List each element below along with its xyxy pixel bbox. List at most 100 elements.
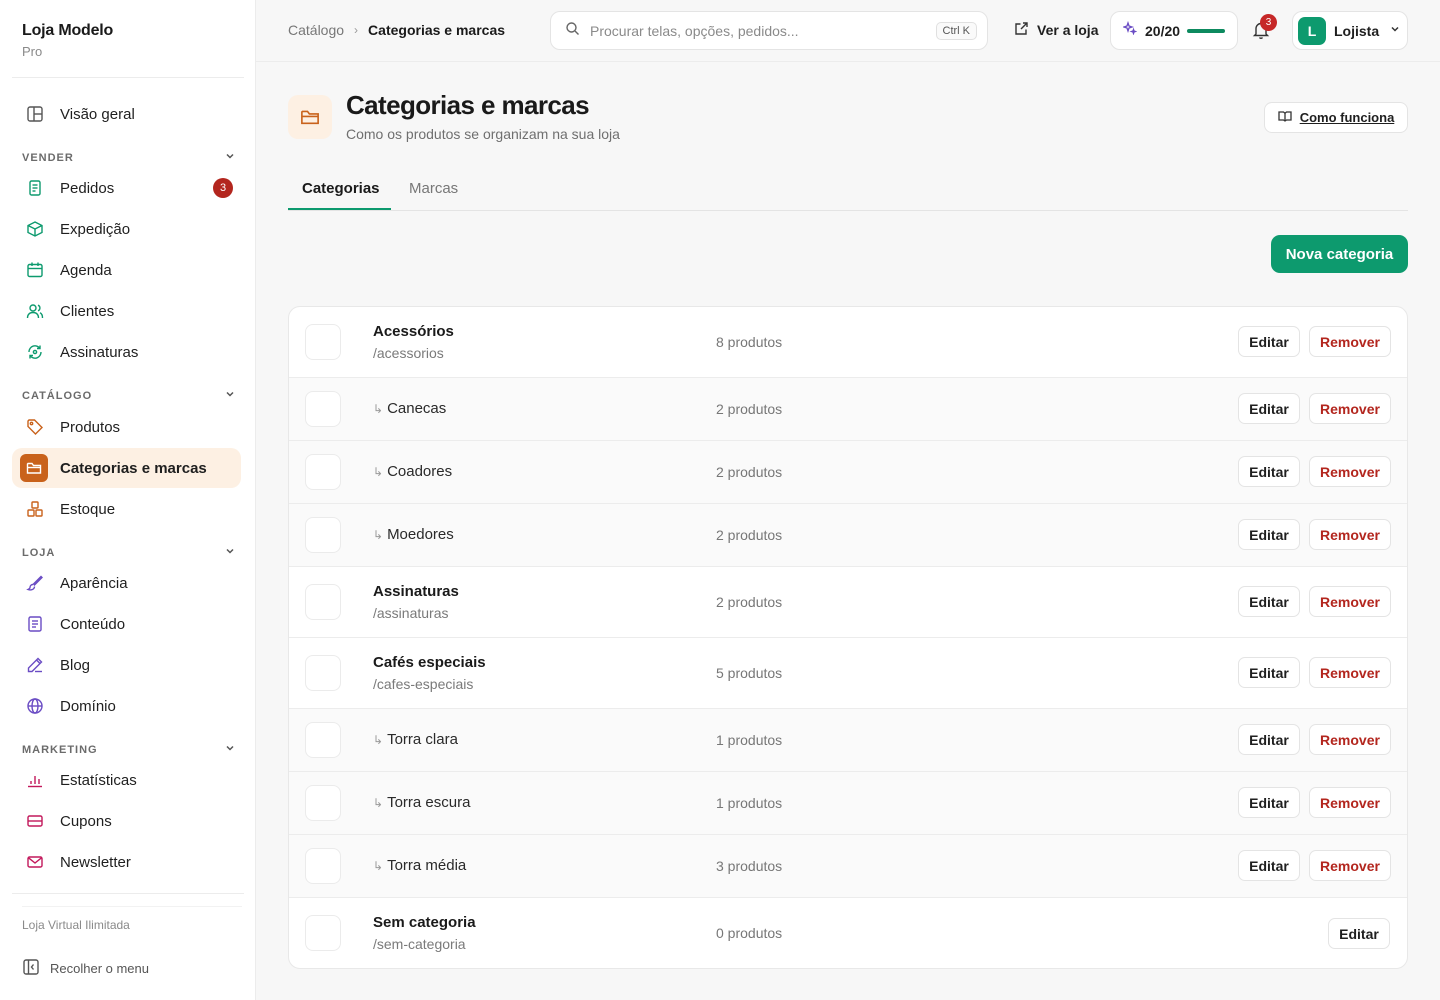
- remove-button[interactable]: Remover: [1309, 519, 1391, 550]
- table-row[interactable]: ↳ Torra média 3 produtos Editar Remover: [289, 835, 1407, 898]
- category-name: ↳ Coadores: [373, 463, 452, 480]
- pencil-icon: [24, 654, 46, 676]
- category-thumbnail[interactable]: [305, 517, 341, 553]
- sidebar-item-orders[interactable]: Pedidos 3: [12, 168, 241, 208]
- section-sell[interactable]: VENDER: [22, 150, 236, 165]
- category-thumbnail[interactable]: [305, 584, 341, 620]
- subcategory-arrow-icon: ↳: [373, 402, 384, 416]
- new-category-button[interactable]: Nova categoria: [1271, 235, 1408, 273]
- remove-button[interactable]: Remover: [1309, 850, 1391, 881]
- sidebar-item-customers[interactable]: Clientes: [12, 291, 241, 331]
- user-name: Lojista: [1334, 22, 1380, 39]
- ai-quota[interactable]: 20/20: [1110, 11, 1238, 50]
- edit-button[interactable]: Editar: [1238, 586, 1300, 617]
- page-subtitle: Como os produtos se organizam na sua loj…: [346, 126, 620, 142]
- sidebar-item-label: Newsletter: [60, 853, 131, 871]
- sidebar-item-stats[interactable]: Estatísticas: [12, 760, 241, 800]
- brand: Loja Modelo Pro: [22, 22, 113, 59]
- sidebar: Loja Modelo Pro Visão geral VENDER Pedid…: [0, 0, 256, 1000]
- tab-categories[interactable]: Categorias: [302, 180, 380, 197]
- search-input[interactable]: Procurar telas, opções, pedidos... Ctrl …: [550, 11, 988, 50]
- edit-button[interactable]: Editar: [1238, 326, 1300, 357]
- plan-note: Loja Virtual Ilimitada: [22, 918, 130, 932]
- remove-button[interactable]: Remover: [1309, 326, 1391, 357]
- sidebar-item-content[interactable]: Conteúdo: [12, 604, 241, 644]
- table-row[interactable]: ↳ Canecas 2 produtos Editar Remover: [289, 378, 1407, 441]
- brand-name: Loja Modelo: [22, 22, 114, 39]
- remove-button[interactable]: Remover: [1309, 586, 1391, 617]
- category-thumbnail[interactable]: [305, 324, 341, 360]
- sidebar-item-domain[interactable]: Domínio: [12, 686, 241, 726]
- sidebar-item-stock[interactable]: Estoque: [12, 489, 241, 529]
- calendar-icon: [24, 259, 46, 281]
- category-name: ↳ Moedores: [373, 526, 454, 543]
- search-icon: [565, 21, 580, 41]
- sidebar-item-label: Categorias e marcas: [60, 459, 207, 477]
- quota-progress-fill: [1187, 28, 1226, 33]
- table-row[interactable]: ↳ Torra escura 1 produtos Editar Remover: [289, 772, 1407, 835]
- receipt-icon: [24, 177, 46, 199]
- sidebar-item-shipping[interactable]: Expedição: [12, 209, 241, 249]
- sidebar-item-subscriptions[interactable]: Assinaturas: [12, 332, 241, 372]
- sidebar-divider: [12, 893, 244, 894]
- sidebar-item-schedule[interactable]: Agenda: [12, 250, 241, 290]
- category-thumbnail[interactable]: [305, 391, 341, 427]
- edit-button[interactable]: Editar: [1238, 657, 1300, 688]
- table-row[interactable]: Acessórios /acessorios 8 produtos Editar…: [289, 307, 1407, 378]
- remove-button[interactable]: Remover: [1309, 787, 1391, 818]
- edit-button[interactable]: Editar: [1238, 393, 1300, 424]
- category-thumbnail[interactable]: [305, 454, 341, 490]
- table-row[interactable]: ↳ Torra clara 1 produtos Editar Remover: [289, 709, 1407, 772]
- table-row[interactable]: Assinaturas /assinaturas 2 produtos Edit…: [289, 567, 1407, 638]
- category-name-text: Moedores: [387, 526, 454, 543]
- sidebar-item-categories[interactable]: Categorias e marcas: [12, 448, 241, 488]
- sidebar-item-blog[interactable]: Blog: [12, 645, 241, 685]
- remove-button[interactable]: Remover: [1309, 393, 1391, 424]
- table-row[interactable]: ↳ Coadores 2 produtos Editar Remover: [289, 441, 1407, 504]
- collapse-menu-button[interactable]: Recolher o menu: [22, 958, 149, 979]
- product-count: 1 produtos: [716, 732, 783, 748]
- sidebar-item-coupons[interactable]: Cupons: [12, 801, 241, 841]
- product-count: 8 produtos: [716, 334, 783, 350]
- section-catalog[interactable]: CATÁLOGO: [22, 388, 236, 403]
- brand-plan: Pro: [22, 44, 43, 59]
- sidebar-item-newsletter[interactable]: Newsletter: [12, 842, 241, 882]
- edit-button[interactable]: Editar: [1238, 519, 1300, 550]
- remove-button[interactable]: Remover: [1309, 724, 1391, 755]
- how-it-works-button[interactable]: Como funciona: [1264, 102, 1408, 133]
- subcategory-arrow-icon: ↳: [373, 528, 384, 542]
- category-thumbnail[interactable]: [305, 722, 341, 758]
- notifications-button[interactable]: 3: [1252, 14, 1277, 42]
- remove-button[interactable]: Remover: [1309, 657, 1391, 688]
- view-store-label: Ver a loja: [1037, 22, 1099, 38]
- category-name: ↳ Torra escura: [373, 794, 470, 811]
- edit-button[interactable]: Editar: [1238, 724, 1300, 755]
- category-thumbnail[interactable]: [305, 915, 341, 951]
- view-store-link[interactable]: Ver a loja: [1014, 21, 1098, 39]
- user-menu[interactable]: L Lojista: [1292, 11, 1408, 50]
- chevron-down-icon: [1389, 22, 1401, 40]
- breadcrumb-item[interactable]: Catálogo: [288, 22, 344, 38]
- category-thumbnail[interactable]: [305, 655, 341, 691]
- sidebar-item-label: Estatísticas: [60, 771, 137, 789]
- table-row[interactable]: Cafés especiais /cafes-especiais 5 produ…: [289, 638, 1407, 709]
- section-marketing[interactable]: MARKETING: [22, 742, 236, 757]
- sidebar-item-label: Cupons: [60, 812, 112, 830]
- edit-button[interactable]: Editar: [1238, 850, 1300, 881]
- edit-button[interactable]: Editar: [1238, 456, 1300, 487]
- tab-brands[interactable]: Marcas: [409, 180, 458, 197]
- sidebar-item-overview[interactable]: Visão geral: [12, 94, 241, 134]
- sidebar-item-appearance[interactable]: Aparência: [12, 563, 241, 603]
- tab-bar: Categorias Marcas: [288, 168, 1408, 211]
- table-row[interactable]: Sem categoria /sem-categoria 0 produtos …: [289, 898, 1407, 968]
- edit-button[interactable]: Editar: [1328, 918, 1390, 949]
- category-thumbnail[interactable]: [305, 785, 341, 821]
- sidebar-item-products[interactable]: Produtos: [12, 407, 241, 447]
- section-store[interactable]: LOJA: [22, 545, 236, 560]
- chevron-down-icon: [224, 388, 236, 403]
- category-thumbnail[interactable]: [305, 848, 341, 884]
- table-row[interactable]: ↳ Moedores 2 produtos Editar Remover: [289, 504, 1407, 567]
- remove-button[interactable]: Remover: [1309, 456, 1391, 487]
- how-it-works-label: Como funciona: [1299, 110, 1395, 125]
- edit-button[interactable]: Editar: [1238, 787, 1300, 818]
